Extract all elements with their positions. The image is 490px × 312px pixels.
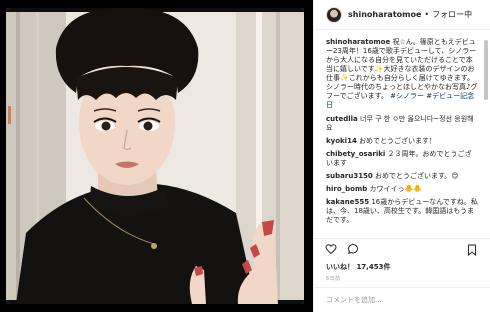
add-comment-input[interactable] xyxy=(326,296,476,304)
comment-item: hiro_bomb カワイイっ🐥🐥 xyxy=(326,185,478,194)
comment-form xyxy=(314,287,490,312)
likes-number: 17,453件 xyxy=(356,263,391,271)
comment-icon[interactable] xyxy=(347,243,359,255)
comment-username[interactable]: kyoki14 xyxy=(326,137,357,145)
scrollbar-thumb[interactable] xyxy=(484,40,488,100)
bookmark-icon[interactable] xyxy=(467,244,477,256)
post-caption: shinoharatomoe 祝☆ん。篠原ともえデビュー23周年！16歳で歌手デ… xyxy=(326,38,478,110)
separator-dot: • xyxy=(424,10,430,19)
comment-item: kakane555 16歳からデビューなんですね。私は、今、18歳い、高校生です… xyxy=(326,198,478,225)
comment-username[interactable]: hiro_bomb xyxy=(326,185,367,193)
post-photo xyxy=(6,8,304,304)
comment-text: カワイイっ🐥🐥 xyxy=(369,185,422,193)
caption-username[interactable]: shinoharatomoe xyxy=(326,38,390,46)
comment-item: subaru3150 おめでとうございます。😊 xyxy=(326,172,478,181)
comment-item: chibety_osariki ２３周年。おめでとうございます xyxy=(326,150,478,168)
heart-icon[interactable] xyxy=(325,243,337,255)
comment-text: おめでとうございます。😊 xyxy=(375,172,459,180)
comment-username[interactable]: subaru3150 xyxy=(326,172,373,180)
comment-item: kyoki14 おめでとうございます！ xyxy=(326,137,478,146)
post-side-panel: shinoharatomoe • フォロー中 shinoharatomoe 祝☆… xyxy=(313,0,490,312)
action-bar xyxy=(314,238,490,258)
photo-panel xyxy=(0,0,313,312)
header-username[interactable]: shinoharatomoe xyxy=(348,10,421,19)
comments-scrollbar[interactable] xyxy=(484,38,488,231)
post-timestamp: 6日前 xyxy=(326,276,341,282)
comment-username[interactable]: cutedlla xyxy=(326,115,358,123)
avatar[interactable] xyxy=(326,6,342,23)
comment-item: cutedlla 너무 구 한 ㅇ만 옳으니다~정선 응원해요 xyxy=(326,115,478,133)
following-button[interactable]: フォロー中 xyxy=(432,9,472,20)
post-header: shinoharatomoe • フォロー中 xyxy=(314,0,490,30)
comment-username[interactable]: chibety_osariki xyxy=(326,150,385,158)
comment-text: おめでとうございます！ xyxy=(359,137,437,145)
post-photo-frame[interactable] xyxy=(6,8,304,304)
comment-username[interactable]: kakane555 xyxy=(326,198,369,206)
likes-label: いいね！ xyxy=(326,263,354,271)
caption-text: 祝☆ん。篠原ともえデビュー23周年！16歳で歌手デビューして、シノラーから大人に… xyxy=(326,38,478,100)
comments-list[interactable]: shinoharatomoe 祝☆ん。篠原ともえデビュー23周年！16歳で歌手デ… xyxy=(314,38,484,231)
likes-count[interactable]: いいね！ 17,453件 xyxy=(326,262,390,272)
post-viewer: shinoharatomoe • フォロー中 shinoharatomoe 祝☆… xyxy=(0,0,490,312)
